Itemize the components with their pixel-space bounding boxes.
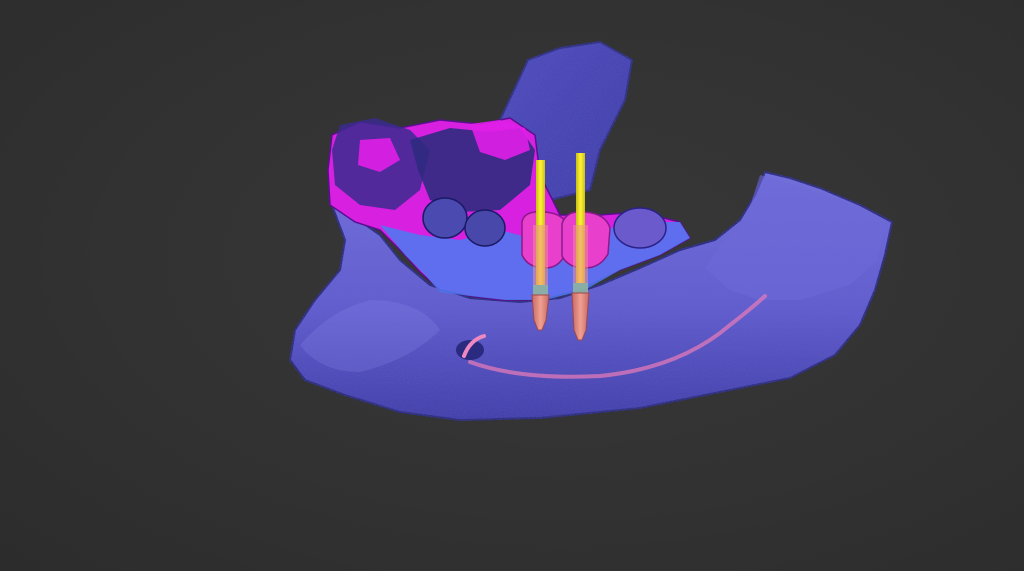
implant-body-1 [533, 225, 548, 285]
implant-body-2 [573, 225, 588, 283]
mandible-3d-model[interactable] [0, 0, 1024, 571]
abutment-2 [573, 283, 588, 293]
3d-viewport[interactable] [0, 0, 1024, 571]
abutment-1 [533, 285, 548, 295]
